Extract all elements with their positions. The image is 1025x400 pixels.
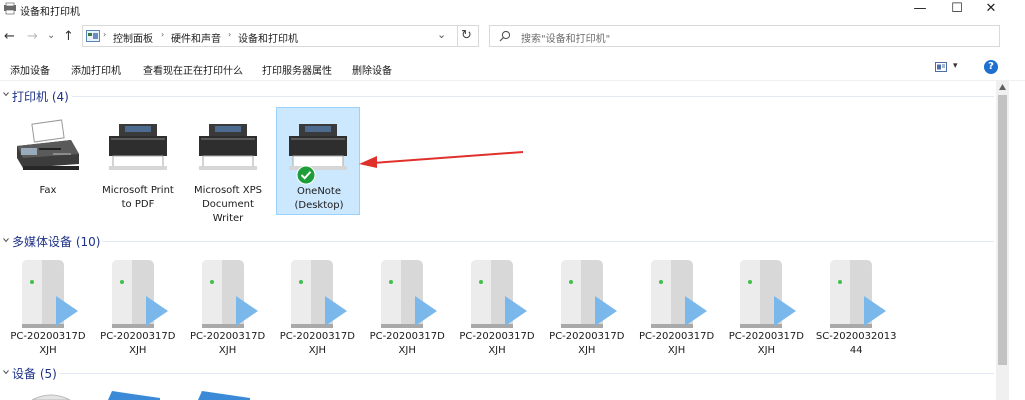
device-icon (31, 394, 71, 400)
search-box[interactable]: 搜索"设备和打印机" (489, 25, 1000, 47)
device-tile-microsoft-xps-document-writer[interactable]: Microsoft XPS Document Writer (188, 118, 268, 228)
monitor-icon (108, 391, 160, 400)
devices-and-printers-app-icon (4, 2, 16, 15)
device-label: PC-20200317D XJH (728, 331, 804, 356)
multimedia-device-tile[interactable]: PC-20200317D XJH (188, 258, 268, 358)
command-bar: 添加设备 添加打印机 查看现在正在打印什么 打印服务器属性 删除设备 ▾ ? (0, 57, 1025, 81)
annotation-arrow-icon (359, 151, 524, 168)
group-header-printers[interactable]: 打印机 (4) (12, 88, 69, 105)
group-divider (102, 241, 994, 242)
device-label: PC-20200317D XJH (369, 331, 445, 356)
address-dropdown-button[interactable]: ⌄ (437, 28, 446, 41)
multimedia-device-tile[interactable]: PC-20200317D XJH (726, 258, 806, 358)
multimedia-device-tile[interactable]: PC-20200317D XJH (547, 258, 627, 358)
media-server-icon (111, 260, 168, 328)
group-divider (60, 373, 994, 374)
view-dropdown-button[interactable]: ▾ (953, 61, 958, 71)
device-tile-onenote-desktop[interactable]: OneNote (Desktop) (276, 107, 360, 215)
collapse-chevron-icon[interactable] (3, 91, 9, 97)
search-placeholder: 搜索"设备和打印机" (521, 34, 611, 45)
device-label: PC-20200317D XJH (189, 331, 266, 356)
multimedia-device-tile[interactable]: PC-20200317D XJH (637, 258, 717, 358)
back-button[interactable]: ← (4, 30, 15, 43)
add-device-button[interactable]: 添加设备 (10, 62, 50, 77)
device-label: PC-20200317D XJH (638, 331, 715, 356)
media-server-icon (560, 260, 617, 328)
media-server-icon (291, 260, 348, 328)
printer-icon (199, 124, 257, 170)
scroll-up-icon[interactable] (998, 83, 1007, 91)
device-tile-microsoft-print-to-pdf[interactable]: Microsoft Print to PDF (98, 118, 178, 218)
default-printer-check-icon (296, 165, 316, 185)
device-label: PC-20200317D XJH (459, 331, 535, 356)
multimedia-device-tile[interactable]: PC-20200317D XJH (277, 258, 357, 358)
breadcrumb-separator: › (228, 30, 232, 39)
scrollbar-thumb[interactable] (998, 95, 1007, 365)
breadcrumb-devices-and-printers[interactable]: 设备和打印机 (238, 30, 298, 45)
media-server-icon (22, 260, 78, 328)
printer-icon (289, 124, 347, 170)
media-server-icon (201, 260, 258, 328)
close-button[interactable]: ✕ (968, 0, 1014, 19)
multimedia-device-tile[interactable]: PC-20200317D XJH (98, 258, 178, 358)
change-view-icon[interactable] (935, 62, 947, 72)
media-server-icon (381, 260, 438, 328)
address-bar[interactable]: › 控制面板 › 硬件和声音 › 设备和打印机 ⌄ (82, 25, 479, 47)
media-server-icon (471, 260, 527, 328)
add-printer-button[interactable]: 添加打印机 (71, 62, 121, 77)
multimedia-device-tile[interactable]: PC-20200317D XJH (457, 258, 537, 358)
device-label: Microsoft Print to PDF (102, 185, 174, 210)
multimedia-device-tile[interactable]: PC-20200317D XJH (8, 258, 88, 358)
title-bar: 设备和打印机 — ☐ ✕ (0, 0, 1025, 19)
search-icon (499, 30, 511, 42)
breadcrumb-control-panel[interactable]: 控制面板 (113, 30, 153, 45)
multimedia-device-tile[interactable]: PC-20200317D XJH (367, 258, 447, 358)
media-server-icon (650, 260, 707, 328)
refresh-button[interactable]: ↻ (461, 28, 472, 43)
collapse-chevron-icon[interactable] (3, 237, 9, 243)
device-label: Microsoft XPS Document Writer (194, 185, 262, 224)
device-label: OneNote (Desktop) (294, 186, 344, 211)
group-divider (72, 96, 994, 97)
media-server-icon (830, 260, 887, 328)
breadcrumb-separator: › (161, 30, 165, 39)
device-label: PC-20200317D XJH (279, 331, 355, 356)
printer-icon (109, 124, 167, 170)
device-label: PC-20200317D XJH (549, 331, 625, 356)
device-tile-fax[interactable]: Fax (8, 118, 88, 198)
monitor-icon (198, 391, 250, 400)
device-label: PC-20200317D XJH (10, 331, 86, 356)
media-server-icon (740, 260, 797, 328)
forward-button[interactable]: → (27, 30, 38, 43)
up-button[interactable]: ↑ (63, 30, 74, 43)
device-label: PC-20200317D XJH (100, 331, 176, 356)
remove-device-button[interactable]: 删除设备 (352, 62, 392, 77)
device-label: SC-2020032013 44 (815, 331, 897, 356)
breadcrumb-separator: › (103, 30, 107, 39)
breadcrumb-hardware-and-sound[interactable]: 硬件和声音 (171, 30, 221, 45)
see-whats-printing-button[interactable]: 查看现在正在打印什么 (143, 62, 243, 77)
control-panel-icon (86, 30, 100, 42)
recent-locations-button[interactable]: ⌄ (47, 29, 55, 42)
group-header-devices[interactable]: 设备 (5) (12, 365, 57, 382)
multimedia-device-tile[interactable]: SC-2020032013 44 (816, 258, 896, 358)
print-server-properties-button[interactable]: 打印服务器属性 (262, 62, 332, 77)
divider (457, 26, 458, 46)
help-button[interactable]: ? (984, 60, 998, 74)
collapse-chevron-icon[interactable] (3, 369, 9, 375)
fax-icon (17, 119, 79, 170)
window-title: 设备和打印机 (20, 7, 80, 18)
group-header-multimedia-devices[interactable]: 多媒体设备 (10) (12, 233, 100, 250)
device-label: Fax (39, 185, 57, 196)
